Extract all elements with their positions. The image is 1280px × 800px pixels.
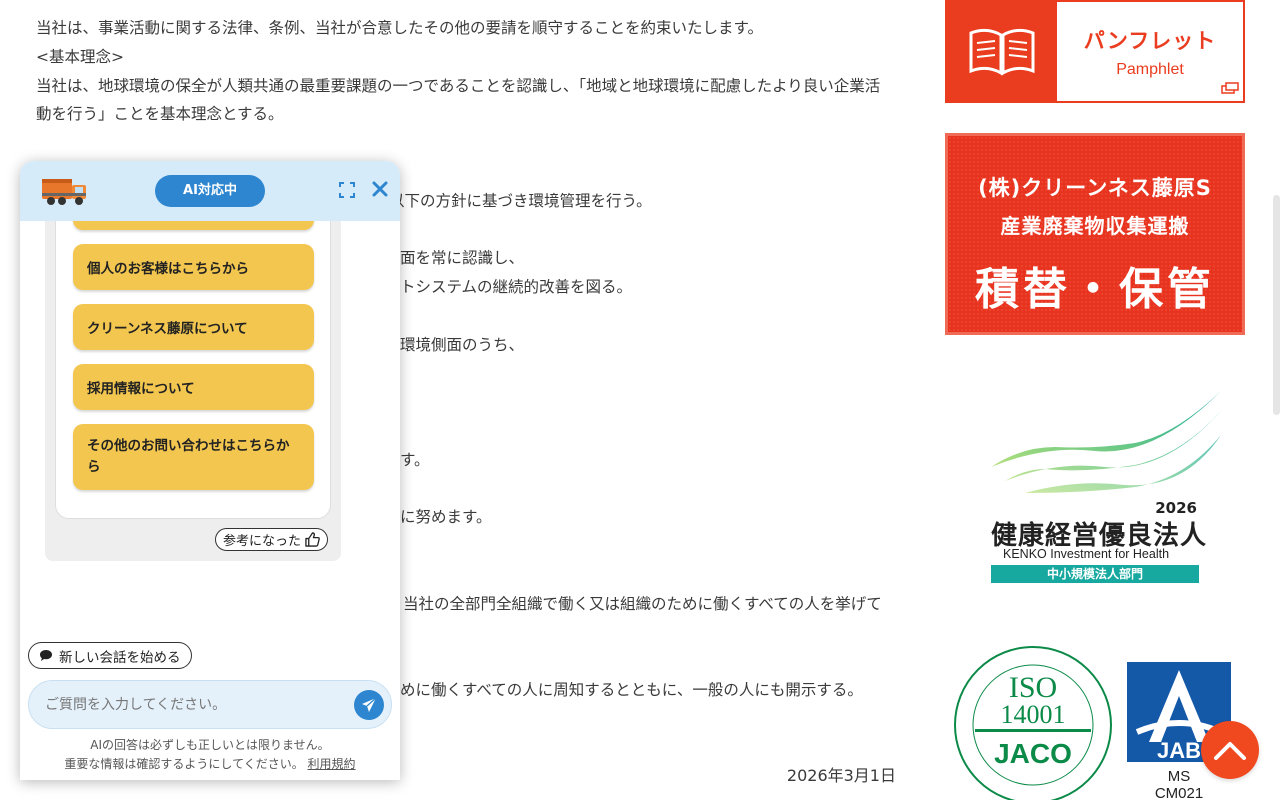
- article-line: 当社は、地球環境の保全が人類共通の最重要課題の一つであることを認識し、「地域と地…: [36, 77, 881, 95]
- expand-icon: [339, 182, 355, 198]
- ai-disclaimer: AIの回答は必ずしも正しいとは限りません。 重要な情報は確認するようにしてくださ…: [20, 736, 400, 774]
- pamphlet-subtitle: Pamphlet: [1116, 60, 1184, 78]
- article-line: す。: [400, 451, 430, 469]
- ai-chat-widget: AI対応中 個人のお客様はこちらから クリーンネス藤原について 採用情報について…: [20, 161, 400, 780]
- article-line: めに働くすべての人に周知するとともに、一般の人にも開示する。: [400, 681, 863, 699]
- ai-status-badge: AI対応中: [155, 175, 265, 207]
- helpful-button[interactable]: 参考になった: [215, 528, 329, 551]
- question-input-wrapper: [28, 680, 392, 729]
- option-button-partial[interactable]: [73, 221, 314, 230]
- article-line: 動を行う」ことを基本理念とする。: [36, 105, 284, 123]
- health-management-logo: 2026 健康経営優良法人 KENKO Investment for Healt…: [985, 385, 1225, 585]
- pamphlet-banner[interactable]: パンフレット Pamphlet: [945, 0, 1245, 103]
- policy-date: 2026年3月1日: [786, 766, 896, 785]
- chat-bubble-icon: [40, 650, 52, 661]
- article-line: 当社は、事業活動に関する法律、条例、当社が合意したその他の要請を順守することを約…: [36, 19, 763, 37]
- storage-permit-banner[interactable]: (株)クリーンネス藤原S 産業廃棄物収集運搬 積替・保管: [945, 133, 1245, 335]
- health-category: 中小規模法人部門: [991, 565, 1199, 583]
- jab-text: JAB: [1157, 738, 1201, 762]
- option-individual-customers[interactable]: 個人のお客様はこちらから: [73, 244, 314, 290]
- helpful-label: 参考になった: [223, 534, 302, 549]
- external-window-icon: [1221, 79, 1239, 98]
- new-conversation-button[interactable]: 新しい会話を始める: [28, 642, 192, 669]
- disclaimer-line-1: AIの回答は必ずしも正しいとは限りません。: [90, 738, 330, 752]
- iso-14001-jaco-logo: ISO 14001 JACO: [953, 645, 1113, 800]
- jab-code: CM021: [1154, 785, 1204, 800]
- banner-service: 産業廃棄物収集運搬: [1000, 214, 1190, 238]
- send-button[interactable]: [354, 690, 384, 720]
- chevron-up-icon: [1214, 742, 1246, 760]
- chat-messages[interactable]: 個人のお客様はこちらから クリーンネス藤原について 採用情報について その他のお…: [20, 221, 400, 641]
- article-line: 以下の方針に基づき環境管理を行う。: [389, 192, 652, 210]
- page-scrollbar[interactable]: [1273, 195, 1280, 415]
- article-line: 当社の全部門全組織で働く又は組織のために働くすべての人を挙げて: [403, 595, 882, 613]
- option-other-inquiries[interactable]: その他のお問い合わせはこちらから: [73, 424, 314, 490]
- article-line: 環境側面のうち、: [400, 336, 525, 354]
- article-line: に努めます。: [400, 508, 492, 526]
- thumbs-up-icon: [305, 532, 320, 547]
- option-recruitment[interactable]: 採用情報について: [73, 364, 314, 410]
- chat-header: AI対応中: [20, 161, 400, 221]
- book-icon: [947, 2, 1057, 101]
- banner-company: (株)クリーンネス藤原S: [978, 176, 1212, 200]
- new-conversation-label: 新しい会話を始める: [59, 649, 181, 666]
- option-list: 個人のお客様はこちらから クリーンネス藤原について 採用情報について その他のお…: [55, 221, 331, 519]
- terms-link[interactable]: 利用規約: [308, 757, 356, 771]
- article-line: 面を常に認識し、: [400, 249, 525, 267]
- pamphlet-title: パンフレット: [1083, 28, 1217, 53]
- banner-headline: 積替・保管: [975, 264, 1215, 315]
- iso-number: 14001: [1001, 700, 1066, 729]
- article-line: トシステムの継続的改善を図る。: [400, 278, 633, 296]
- option-about-company[interactable]: クリーンネス藤原について: [73, 304, 314, 350]
- question-input[interactable]: [45, 681, 345, 728]
- close-button[interactable]: [372, 181, 388, 201]
- health-english: KENKO Investment for Health: [1003, 547, 1170, 561]
- close-icon: [372, 181, 388, 197]
- truck-mascot-icon: [40, 175, 90, 211]
- health-wave-icon: [991, 391, 1221, 493]
- disclaimer-line-2: 重要な情報は確認するようにしてください。: [64, 757, 304, 771]
- article-line: <基本理念>: [36, 48, 124, 66]
- jaco-text: JACO: [994, 738, 1072, 769]
- expand-button[interactable]: [339, 182, 355, 202]
- bot-message: 個人のお客様はこちらから クリーンネス藤原について 採用情報について その他のお…: [45, 221, 341, 561]
- back-to-top-button[interactable]: [1201, 721, 1259, 779]
- paper-plane-icon: [362, 697, 377, 712]
